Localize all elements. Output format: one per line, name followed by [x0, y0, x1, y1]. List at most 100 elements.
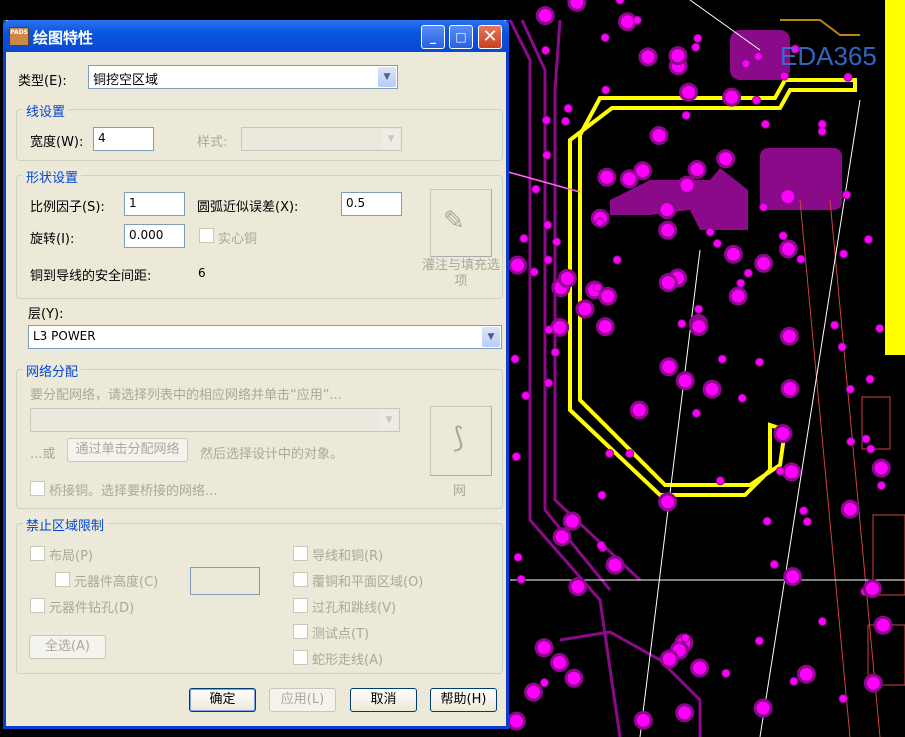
via-pad [597, 167, 617, 187]
bridge-copper-checkbox[interactable] [30, 481, 45, 496]
via-pad [593, 282, 603, 292]
net-select[interactable]: ▼ [30, 408, 400, 432]
test-points-checkbox[interactable] [293, 624, 308, 639]
chevron-down-icon: ▼ [482, 327, 500, 347]
drafting-properties-dialog: PADS 绘图特性 _ □ ✕ 类型(E): 铜挖空区域 ▼ 线设置 宽度(W):… [3, 20, 509, 729]
via-pad [754, 636, 764, 646]
via-pad [638, 47, 658, 67]
via-pad [863, 234, 873, 244]
flood-options-label: 灌注与填充选项 [421, 258, 500, 289]
via-pad [552, 527, 572, 547]
close-button[interactable]: ✕ [478, 25, 502, 49]
ok-button[interactable]: 确定 [189, 688, 256, 712]
via-pad [677, 319, 687, 329]
group-title: 线设置 [23, 101, 69, 120]
via-pad [658, 273, 678, 293]
chevron-down-icon: ▼ [382, 129, 400, 149]
via-pad [619, 169, 639, 189]
via-pad [839, 249, 849, 259]
flood-options-button[interactable]: ✎ [430, 189, 492, 257]
via-pad [876, 481, 886, 491]
via-pad [817, 616, 827, 626]
cancel-button[interactable]: 取消 [350, 688, 417, 712]
maximize-button[interactable]: □ [449, 25, 473, 49]
apply-button[interactable]: 应用(L) [269, 688, 336, 712]
assign-by-click-button[interactable]: 通过单击分配网络 [67, 438, 188, 462]
component-height-input[interactable] [190, 567, 260, 595]
scale-input[interactable]: 1 [124, 192, 185, 216]
via-pad [562, 511, 582, 531]
via-pad [596, 540, 606, 550]
rotation-input[interactable]: 0.000 [124, 224, 185, 248]
serpentine-checkbox[interactable] [293, 650, 308, 665]
via-pad [659, 649, 679, 669]
via-pad [543, 255, 553, 265]
component-drill-checkbox[interactable] [30, 598, 45, 613]
net-button-label: 网 [453, 484, 467, 499]
layer-select[interactable]: L3 POWER ▼ [28, 325, 502, 349]
chevron-down-icon: ▼ [378, 67, 396, 87]
traces-copper-checkbox[interactable] [293, 546, 308, 561]
via-pad [524, 682, 544, 702]
solid-copper-checkbox[interactable] [199, 228, 214, 243]
help-button[interactable]: 帮助(H) [430, 688, 497, 712]
layer-label: 层(Y): [28, 307, 64, 322]
via-pad [712, 238, 722, 248]
via-pad [659, 357, 679, 377]
via-pad [539, 678, 549, 688]
net-button[interactable]: ⟆ [430, 406, 492, 476]
via-pad [762, 516, 772, 526]
rotation-label: 旋转(I): [30, 232, 75, 247]
via-pad [675, 703, 695, 723]
placement-checkbox[interactable] [30, 546, 45, 561]
via-pad [838, 694, 848, 704]
via-pad [568, 577, 588, 597]
yellow-bar [885, 0, 905, 355]
via-pad [521, 391, 531, 401]
via-pad [871, 458, 891, 478]
copper-plane-checkbox[interactable] [293, 572, 308, 587]
via-pad [778, 239, 798, 259]
flood-icon: ✎ [443, 206, 465, 236]
via-pad [689, 317, 709, 337]
type-label: 类型(E): [18, 74, 67, 89]
via-pad [557, 268, 577, 288]
select-all-button[interactable]: 全选(A) [29, 635, 106, 659]
via-pad [863, 673, 883, 693]
via-pad [780, 379, 800, 399]
via-pad [773, 424, 793, 444]
clearance-value: 6 [198, 266, 206, 280]
minimize-button[interactable]: _ [421, 25, 445, 49]
via-pad [752, 95, 762, 105]
width-input[interactable]: 4 [93, 127, 154, 151]
width-label: 宽度(W): [30, 135, 84, 150]
via-pad [513, 552, 523, 562]
component-height-checkbox[interactable] [55, 572, 70, 587]
via-pad [753, 698, 773, 718]
via-pad [779, 71, 789, 81]
title-bar[interactable]: PADS 绘图特性 _ □ ✕ [3, 20, 509, 52]
then-label: 然后选择设计中的对象。 [200, 447, 344, 462]
via-pad [778, 187, 798, 207]
style-select[interactable]: ▼ [241, 127, 402, 151]
via-pad [595, 217, 605, 227]
via-pad [796, 254, 806, 264]
via-pad [691, 42, 701, 52]
arc-error-input[interactable]: 0.5 [341, 192, 402, 216]
via-pad [542, 150, 552, 160]
dialog-title: 绘图特性 [33, 29, 94, 47]
via-pad [702, 379, 722, 399]
via-pad [687, 159, 707, 179]
via-pad [866, 444, 876, 454]
via-pad [516, 574, 526, 584]
or-label: ...或 [30, 447, 56, 462]
vias-jumpers-checkbox[interactable] [293, 598, 308, 613]
via-pad [543, 378, 553, 388]
via-pad [693, 33, 703, 43]
via-pad [658, 492, 678, 512]
via-pad [680, 633, 690, 643]
copper-plane-label: 覆铜和平面区域(O) [312, 575, 424, 590]
via-pad [550, 347, 560, 357]
layer-value: L3 POWER [33, 329, 96, 343]
type-select[interactable]: 铜挖空区域 ▼ [88, 65, 398, 89]
